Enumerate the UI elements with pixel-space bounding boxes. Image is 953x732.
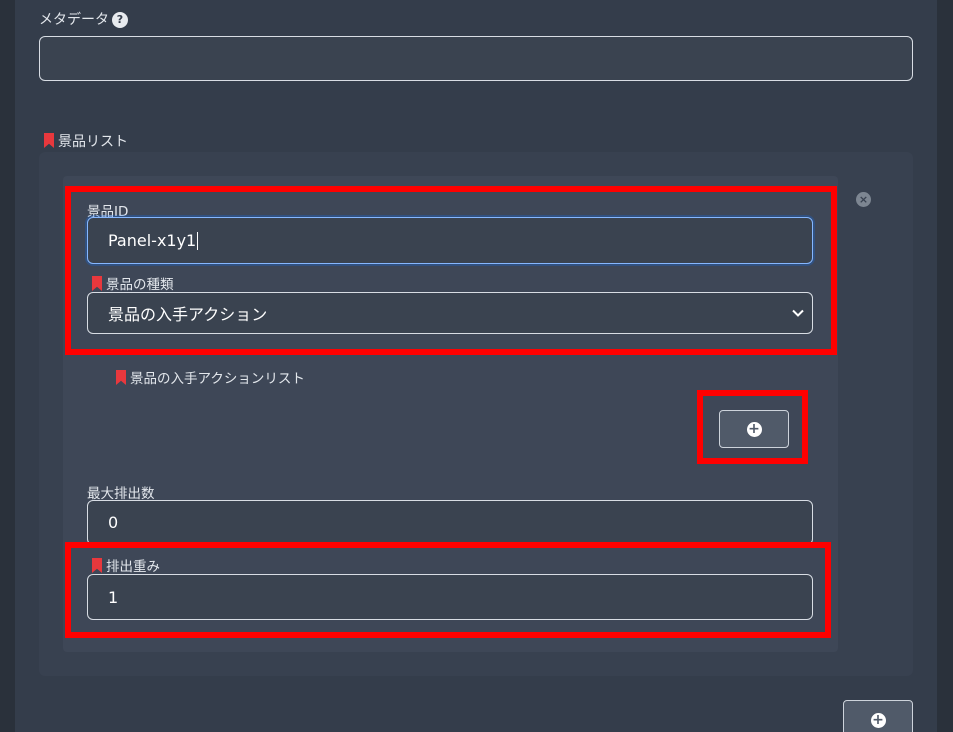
prize-list-label: 景品リスト [58,134,128,150]
bookmark-icon [116,370,126,385]
weight-label-row: 排出重み [92,555,160,575]
weight-input[interactable]: 1 [87,574,813,620]
plus-circle-icon: + [746,420,762,437]
remove-item-icon[interactable]: × [856,192,871,207]
acquire-actions-label-row: 景品の入手アクションリスト [116,367,305,387]
metadata-label: メタデータ [39,12,109,28]
prize-type-selected: 景品の入手アクション [108,305,268,324]
add-prize-button[interactable]: + [843,700,913,732]
metadata-label-row: メタデータ? [39,9,128,29]
add-acquire-action-button[interactable]: + [719,410,789,448]
max-count-input[interactable]: 0 [87,500,813,545]
max-count-label: 最大排出数 [87,486,155,502]
bookmark-icon [44,133,54,148]
bookmark-icon [92,558,102,573]
text-caret [197,231,199,250]
prize-id-input[interactable]: Panel-x1y1 [87,217,813,264]
acquire-actions-label: 景品の入手アクションリスト [130,371,305,387]
metadata-input[interactable] [39,36,913,81]
prize-id-value: Panel-x1y1 [108,231,197,250]
prize-list-label-row: 景品リスト [44,131,128,151]
bookmark-icon [92,276,102,291]
prize-type-select[interactable]: 景品の入手アクション [87,292,813,334]
weight-label: 排出重み [106,559,160,575]
prize-type-label-row: 景品の種類 [92,273,174,293]
chevron-down-icon [792,309,804,317]
plus-circle-icon: + [870,711,886,728]
help-icon[interactable]: ? [112,12,128,28]
prize-type-label: 景品の種類 [106,277,174,293]
